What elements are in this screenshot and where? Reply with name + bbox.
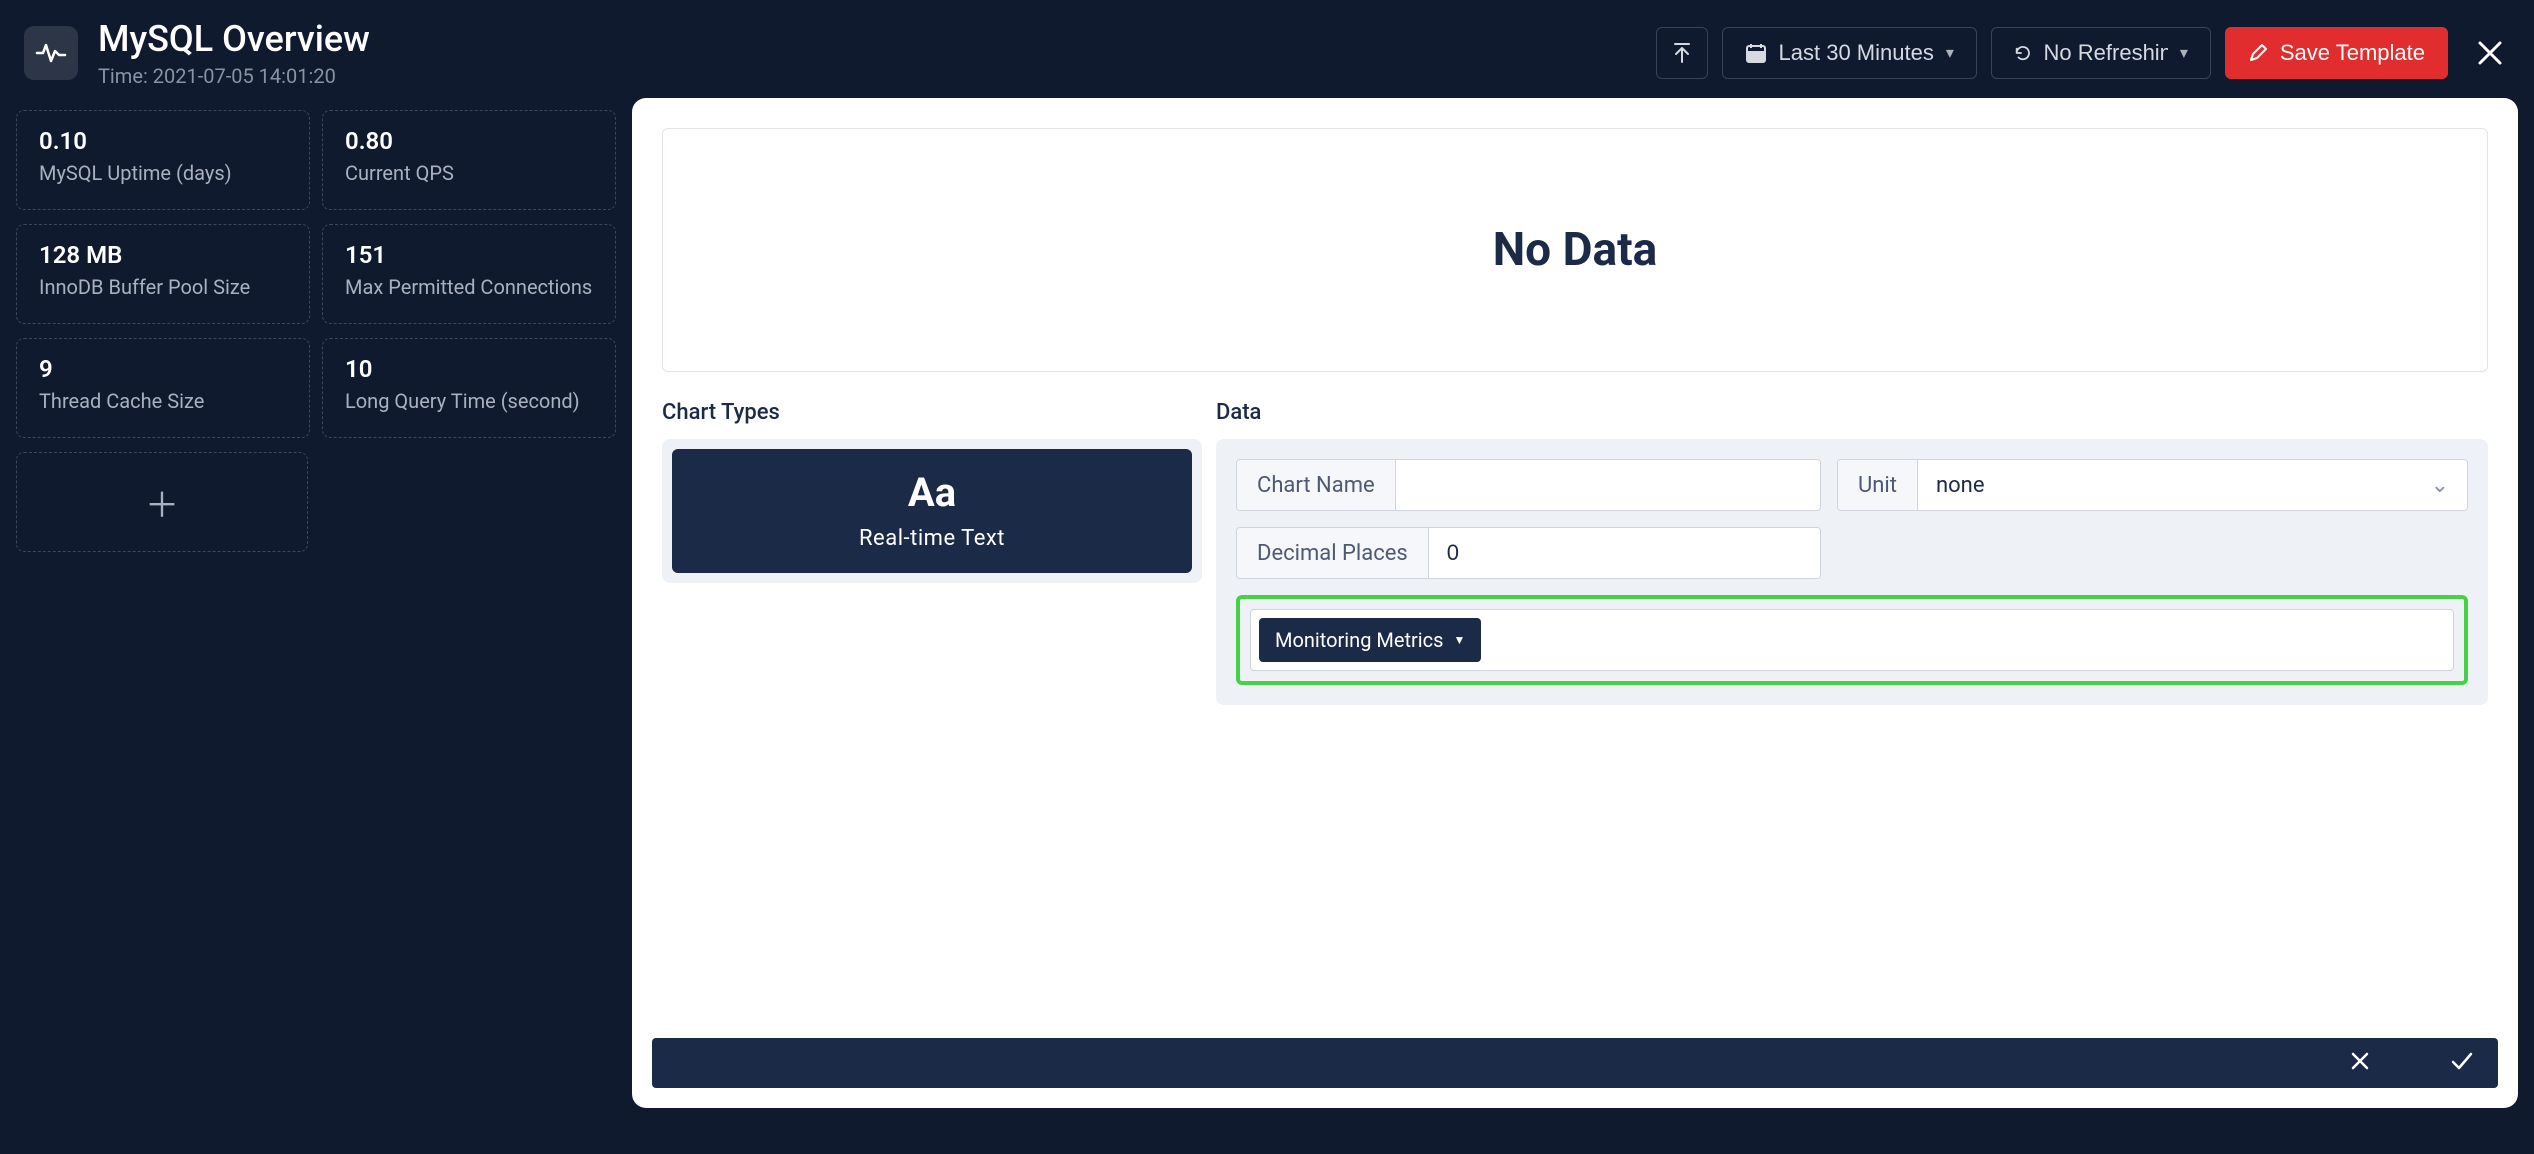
close-button[interactable] xyxy=(2470,33,2510,73)
chevron-down-icon: ▾ xyxy=(1946,43,1954,63)
monitoring-metrics-chip[interactable]: Monitoring Metrics ▼ xyxy=(1259,618,1481,662)
unit-value: none xyxy=(1936,473,1985,498)
monitoring-metrics-box: Monitoring Metrics ▼ xyxy=(1236,595,2468,685)
check-icon xyxy=(2450,1051,2474,1071)
chart-type-glyph: Aa xyxy=(908,469,956,516)
preview-text: No Data xyxy=(1493,223,1658,277)
unit-label: Unit xyxy=(1838,460,1918,510)
time-range-label: Last 30 Minutes xyxy=(1779,40,1934,66)
refresh-icon xyxy=(2014,43,2032,63)
save-template-label: Save Template xyxy=(2280,40,2425,66)
metric-label: Long Query Time (second) xyxy=(345,389,593,413)
close-icon xyxy=(2476,39,2504,67)
metric-card[interactable]: 10 Long Query Time (second) xyxy=(322,338,616,438)
add-metric-button[interactable]: ＋ xyxy=(16,452,308,552)
page-title: MySQL Overview xyxy=(98,18,370,60)
chart-editor-panel: No Data Chart Types Aa Real-time Text Da… xyxy=(632,98,2518,1108)
monitoring-metrics-input[interactable]: Monitoring Metrics ▼ xyxy=(1250,609,2454,671)
metric-card[interactable]: 0.10 MySQL Uptime (days) xyxy=(16,110,310,210)
monitoring-metrics-label: Monitoring Metrics xyxy=(1275,628,1443,652)
pencil-icon xyxy=(2248,43,2268,63)
chart-type-option[interactable]: Aa Real-time Text xyxy=(662,439,1202,583)
chevron-down-icon: ⌄ xyxy=(2431,473,2449,498)
app-icon xyxy=(24,26,78,80)
metric-label: Current QPS xyxy=(345,161,593,185)
save-template-button[interactable]: Save Template xyxy=(2225,27,2448,79)
metric-value: 0.10 xyxy=(39,127,287,155)
unit-select[interactable]: none ⌄ xyxy=(1918,460,2467,510)
chevron-down-icon: ▾ xyxy=(2180,43,2188,63)
editor-action-bar xyxy=(652,1038,2498,1088)
plus-icon: ＋ xyxy=(145,478,179,527)
caret-down-icon: ▼ xyxy=(1453,633,1465,647)
metric-card[interactable]: 9 Thread Cache Size xyxy=(16,338,310,438)
chart-name-field: Chart Name xyxy=(1236,459,1821,511)
calendar-icon xyxy=(1745,42,1767,64)
upload-button[interactable] xyxy=(1656,27,1708,79)
upload-icon xyxy=(1672,42,1692,64)
chart-preview: No Data xyxy=(662,128,2488,372)
metric-card[interactable]: 0.80 Current QPS xyxy=(322,110,616,210)
metric-label: Thread Cache Size xyxy=(39,389,287,413)
cancel-button[interactable] xyxy=(2350,1048,2370,1078)
refresh-picker[interactable]: No Refreshing ▾ xyxy=(1991,27,2211,79)
metric-label: Max Permitted Connections xyxy=(345,275,593,299)
metrics-sidebar: 0.10 MySQL Uptime (days) 0.80 Current QP… xyxy=(16,98,616,552)
metric-card[interactable]: 151 Max Permitted Connections xyxy=(322,224,616,324)
chart-name-input[interactable] xyxy=(1396,460,1820,510)
page-subtitle: Time: 2021-07-05 14:01:20 xyxy=(98,64,370,88)
decimal-places-field: Decimal Places xyxy=(1236,527,1821,579)
metric-value: 128 MB xyxy=(39,241,287,269)
chart-type-name: Real-time Text xyxy=(859,526,1005,551)
chart-name-label: Chart Name xyxy=(1237,460,1396,510)
data-heading: Data xyxy=(1216,400,2488,425)
data-config-section: Chart Name Unit none ⌄ xyxy=(1216,439,2488,705)
metric-label: MySQL Uptime (days) xyxy=(39,161,287,185)
decimal-places-label: Decimal Places xyxy=(1237,528,1429,578)
metric-value: 0.80 xyxy=(345,127,593,155)
decimal-places-input[interactable] xyxy=(1429,528,1820,578)
close-icon xyxy=(2350,1051,2370,1071)
chart-types-heading: Chart Types xyxy=(662,400,1202,425)
refresh-label: No Refreshing xyxy=(2044,40,2168,66)
time-range-picker[interactable]: Last 30 Minutes ▾ xyxy=(1722,27,1977,79)
metric-value: 9 xyxy=(39,355,287,383)
metric-value: 10 xyxy=(345,355,593,383)
metric-label: InnoDB Buffer Pool Size xyxy=(39,275,287,299)
unit-field: Unit none ⌄ xyxy=(1837,459,2468,511)
confirm-button[interactable] xyxy=(2450,1048,2474,1078)
metric-value: 151 xyxy=(345,241,593,269)
metric-card[interactable]: 128 MB InnoDB Buffer Pool Size xyxy=(16,224,310,324)
